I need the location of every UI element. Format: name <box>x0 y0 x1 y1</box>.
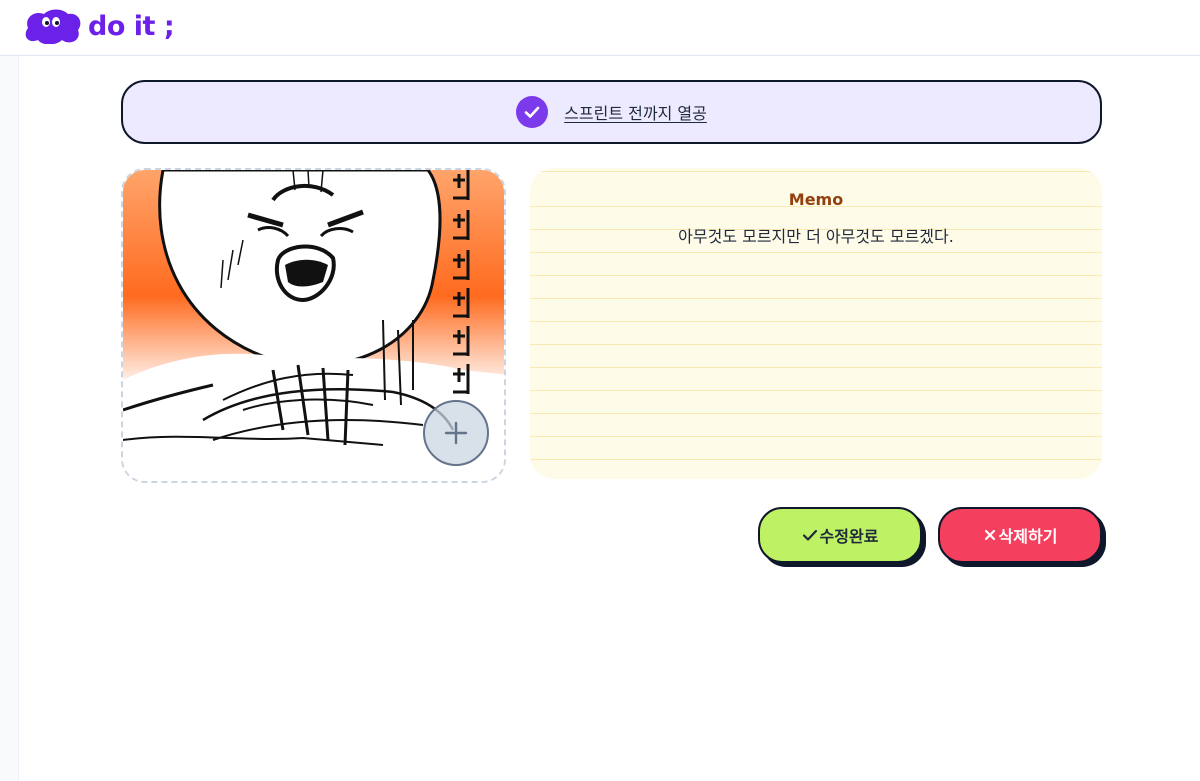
delete-button[interactable]: 삭제하기 <box>938 507 1102 563</box>
logo[interactable]: do it ; <box>22 8 175 44</box>
logo-text: do it ; <box>88 10 175 42</box>
plus-icon <box>444 421 468 445</box>
memo-panel: Memo 아무것도 모르지만 더 아무것도 모르겠다. <box>530 168 1102 479</box>
todo-image-area <box>121 168 506 483</box>
todo-name[interactable]: 스프린트 전까지 열공 <box>564 100 707 124</box>
side-gutter <box>0 56 19 781</box>
todo-complete-toggle[interactable] <box>516 96 549 128</box>
check-icon <box>524 106 540 118</box>
top-header: do it ; <box>0 0 1200 56</box>
memo-content[interactable]: 아무것도 모르지만 더 아무것도 모르겠다. <box>530 223 1102 247</box>
delete-button-label: 삭제하기 <box>998 527 1058 546</box>
todo-title-bar: 스프린트 전까지 열공 <box>121 80 1102 144</box>
save-button-label: 수정완료 <box>819 527 879 546</box>
check-icon <box>802 527 818 543</box>
save-button[interactable]: 수정완료 <box>758 507 922 563</box>
memo-title: Memo <box>788 190 844 209</box>
add-image-button[interactable] <box>423 400 489 466</box>
x-icon <box>983 528 997 542</box>
logo-mascot-icon <box>25 9 81 44</box>
